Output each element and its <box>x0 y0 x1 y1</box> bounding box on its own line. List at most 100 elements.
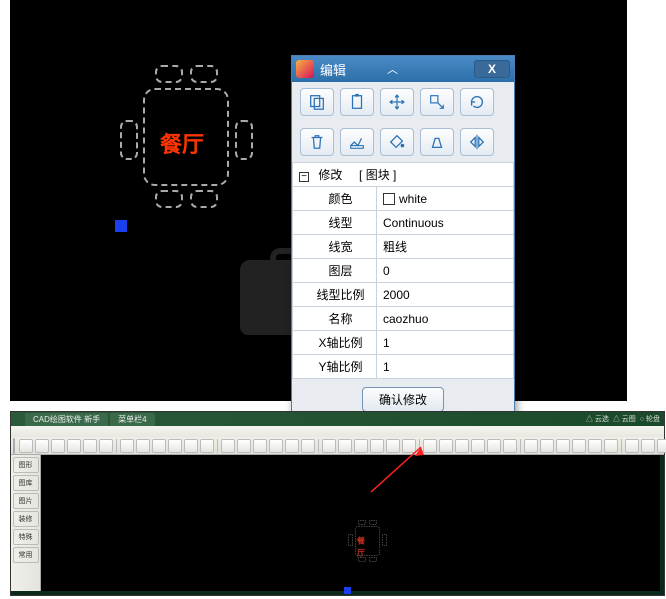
toolbar-row-1 <box>292 82 514 122</box>
ribbon-button[interactable] <box>269 439 283 453</box>
ribbon-button[interactable] <box>354 439 368 453</box>
side-tool-button[interactable]: 装修 <box>13 511 39 527</box>
chair-shape <box>120 120 138 160</box>
ribbon-button[interactable] <box>19 439 33 453</box>
block-label: 餐厅 <box>160 127 204 159</box>
scale-button[interactable] <box>420 88 454 116</box>
titlebar-action[interactable]: △ 云图 <box>613 414 636 424</box>
ribbon-button[interactable] <box>99 439 113 453</box>
ribbon-button[interactable] <box>455 439 469 453</box>
ribbon-toolbar <box>11 437 664 455</box>
ribbon-button[interactable] <box>221 439 235 453</box>
ribbon-button[interactable] <box>168 439 182 453</box>
property-value[interactable]: 粗线 <box>377 235 514 259</box>
ribbon-button[interactable] <box>471 439 485 453</box>
ribbon-button[interactable] <box>540 439 554 453</box>
ribbon-button[interactable] <box>503 439 517 453</box>
paste-button[interactable] <box>340 88 374 116</box>
drawing-canvas[interactable]: 餐厅 <box>10 0 290 401</box>
ribbon-button[interactable] <box>386 439 400 453</box>
property-value[interactable]: caozhuo <box>377 307 514 331</box>
property-value[interactable]: 0 <box>377 259 514 283</box>
property-value[interactable]: 1 <box>377 331 514 355</box>
move-button[interactable] <box>380 88 414 116</box>
ribbon-button[interactable] <box>285 439 299 453</box>
side-toolbar: 图形图库图片装修特殊常用 <box>11 455 41 591</box>
ribbon-button[interactable] <box>67 439 81 453</box>
ribbon-button[interactable] <box>439 439 453 453</box>
document-tab[interactable]: 菜单栏4 <box>110 413 154 426</box>
ribbon-button[interactable] <box>423 439 437 453</box>
selection-grip[interactable] <box>115 220 127 232</box>
ribbon-button[interactable] <box>487 439 501 453</box>
property-label: 线型 <box>293 211 377 235</box>
panel-header[interactable]: 编辑 ︿ X <box>292 56 514 82</box>
ribbon-button[interactable] <box>322 439 336 453</box>
property-value[interactable]: Continuous <box>377 211 514 235</box>
app-window: CAD绘图软件 新手菜单栏4 △ 云选 △ 云图 ○ 轮盘 图形图库图片装修特殊常用… <box>10 411 665 596</box>
ribbon-button[interactable] <box>83 439 97 453</box>
ribbon-button[interactable] <box>301 439 315 453</box>
drawing-canvas[interactable]: 餐厅 <box>41 455 660 591</box>
ribbon-button[interactable] <box>370 439 384 453</box>
ribbon-button[interactable] <box>402 439 416 453</box>
ribbon-button[interactable] <box>625 439 639 453</box>
ribbon-button[interactable] <box>524 439 538 453</box>
app-logo[interactable] <box>13 438 15 454</box>
property-value[interactable]: 2000 <box>377 283 514 307</box>
ribbon-button[interactable] <box>184 439 198 453</box>
selection-grip[interactable] <box>344 587 351 594</box>
menubar[interactable] <box>11 426 664 437</box>
side-tool-button[interactable]: 图库 <box>13 475 39 491</box>
ribbon-button[interactable] <box>641 439 655 453</box>
ribbon-button[interactable] <box>120 439 134 453</box>
property-value[interactable]: 1 <box>377 355 514 379</box>
property-value[interactable]: white <box>377 187 514 211</box>
mirror-button[interactable] <box>460 128 494 156</box>
main-view-panel: 餐厅 安下载 anxz.com 编辑 ︿ X <box>10 0 627 401</box>
ribbon-button[interactable] <box>136 439 150 453</box>
side-tool-button[interactable]: 特殊 <box>13 529 39 545</box>
toolbar-row-2 <box>292 122 514 162</box>
ribbon-button[interactable] <box>338 439 352 453</box>
ribbon-button[interactable] <box>152 439 166 453</box>
side-tool-button[interactable]: 图片 <box>13 493 39 509</box>
copy-button[interactable] <box>300 88 334 116</box>
titlebar-action[interactable]: ○ 轮盘 <box>640 414 660 424</box>
explode-button[interactable] <box>340 128 374 156</box>
window-titlebar[interactable]: CAD绘图软件 新手菜单栏4 △ 云选 △ 云图 ○ 轮盘 <box>11 412 664 426</box>
property-label: 名称 <box>293 307 377 331</box>
delete-button[interactable] <box>300 128 334 156</box>
offset-button[interactable] <box>420 128 454 156</box>
property-label: 图层 <box>293 259 377 283</box>
ribbon-button[interactable] <box>657 439 666 453</box>
ribbon-button[interactable] <box>604 439 618 453</box>
edit-properties-panel: 编辑 ︿ X − 修改 [ 图块 ] 颜色white线型Continuous <box>291 55 515 421</box>
property-label: Y轴比例 <box>293 355 377 379</box>
properties-table: − 修改 [ 图块 ] 颜色white线型Continuous线宽粗线图层0线型… <box>292 162 514 379</box>
ribbon-button[interactable] <box>237 439 251 453</box>
chair-shape <box>235 120 253 160</box>
document-tab[interactable]: CAD绘图软件 新手 <box>25 413 108 426</box>
ribbon-button[interactable] <box>35 439 49 453</box>
chair-shape <box>190 190 218 208</box>
ribbon-button[interactable] <box>51 439 65 453</box>
close-button[interactable]: X <box>474 60 510 78</box>
section-header[interactable]: − 修改 [ 图块 ] <box>293 163 514 187</box>
ribbon-button[interactable] <box>200 439 214 453</box>
ribbon-button[interactable] <box>253 439 267 453</box>
side-tool-button[interactable]: 图形 <box>13 457 39 473</box>
property-label: X轴比例 <box>293 331 377 355</box>
side-tool-button[interactable]: 常用 <box>13 547 39 563</box>
confirm-button[interactable]: 确认修改 <box>362 387 444 412</box>
rotate-button[interactable] <box>460 88 494 116</box>
collapse-button[interactable]: ︿ <box>381 61 404 77</box>
ribbon-button[interactable] <box>556 439 570 453</box>
property-label: 颜色 <box>293 187 377 211</box>
property-label: 线宽 <box>293 235 377 259</box>
ribbon-button[interactable] <box>588 439 602 453</box>
chair-shape <box>190 65 218 83</box>
fill-button[interactable] <box>380 128 414 156</box>
ribbon-button[interactable] <box>572 439 586 453</box>
titlebar-action[interactable]: △ 云选 <box>586 414 609 424</box>
